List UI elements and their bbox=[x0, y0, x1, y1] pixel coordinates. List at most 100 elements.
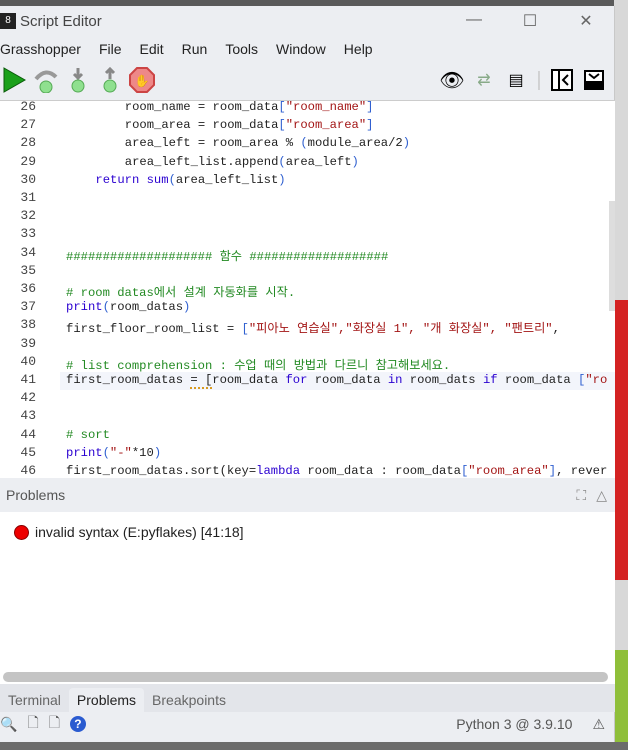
code-token: for bbox=[285, 373, 308, 387]
code-token: *10 bbox=[131, 445, 154, 460]
minimize-button[interactable]: — bbox=[446, 11, 502, 31]
problem-message: invalid syntax (E:pyflakes) [41:18] bbox=[35, 524, 244, 540]
problems-panel-header: Problems ⛶ △ bbox=[0, 478, 615, 512]
preview-eye-icon[interactable]: 👁 bbox=[438, 66, 466, 94]
code-token: area_left bbox=[285, 154, 352, 169]
code-line[interactable]: room_name = room_data["room_name"] bbox=[125, 101, 374, 114]
close-button[interactable]: ✕ bbox=[558, 11, 614, 31]
code-token: "-" bbox=[109, 445, 132, 460]
script-settings-icon[interactable]: ⚠ bbox=[592, 716, 605, 733]
code-line[interactable]: print(room_datas) bbox=[66, 300, 190, 314]
line-number: 45 bbox=[20, 444, 36, 460]
code-token: ] bbox=[548, 464, 557, 478]
tab-terminal[interactable]: Terminal bbox=[0, 688, 69, 712]
new-document-icon[interactable]: 🗋 bbox=[49, 712, 60, 736]
run-icon[interactable] bbox=[0, 66, 28, 94]
help-icon[interactable]: ? bbox=[69, 716, 86, 732]
problems-title: Problems bbox=[6, 487, 66, 503]
horizontal-scrollbar[interactable] bbox=[3, 672, 608, 682]
code-line[interactable]: # room datas에서 설계 자동화를 시작. bbox=[66, 282, 295, 300]
title-bar: 8 Script Editor — ☐ ✕ bbox=[0, 6, 614, 36]
code-token: ) bbox=[402, 136, 411, 151]
code-editor[interactable]: 26 room_name = room_data["room_name"] 27 ro… bbox=[0, 100, 615, 482]
code-token: ] bbox=[366, 118, 374, 133]
panel-tabs: Terminal Problems Breakpoints bbox=[0, 684, 615, 712]
code-token: # list comprehension : 수업 때의 방법과 다르니 참고해… bbox=[66, 358, 451, 373]
code-line[interactable]: first_room_datas = [room_data for room_d… bbox=[66, 373, 607, 389]
code-token: room_dats bbox=[402, 373, 483, 387]
code-token: print bbox=[66, 445, 103, 460]
menu-file[interactable]: File bbox=[99, 41, 122, 57]
code-token: # room datas에서 설계 자동화를 시작. bbox=[66, 286, 296, 300]
editor-scrollbar[interactable] bbox=[609, 201, 615, 311]
menu-run[interactable]: Run bbox=[182, 41, 208, 57]
menu-grasshopper[interactable]: Grasshopper bbox=[0, 41, 81, 57]
code-token: ) bbox=[351, 154, 359, 169]
code-token: ( bbox=[102, 300, 110, 315]
menu-edit[interactable]: Edit bbox=[140, 41, 164, 57]
line-number: 31 bbox=[20, 190, 36, 205]
code-token: ) bbox=[183, 300, 191, 315]
line-number: 37 bbox=[20, 299, 36, 315]
code-token: [ bbox=[278, 118, 286, 133]
line-number: 29 bbox=[20, 153, 36, 169]
menu-help[interactable]: Help bbox=[344, 41, 373, 57]
line-number: 30 bbox=[20, 171, 36, 187]
menu-tools[interactable]: Tools bbox=[225, 41, 258, 57]
collapse-panel-icon[interactable]: △ bbox=[596, 487, 607, 504]
code-token: first_room_datas.sort(key= bbox=[66, 464, 257, 478]
line-number: 35 bbox=[20, 262, 36, 278]
collapse-panel-icon[interactable] bbox=[580, 66, 608, 94]
code-line[interactable]: area_left = room_area % (module_area/2) bbox=[125, 136, 410, 150]
maximize-panel-icon[interactable]: ⛶ bbox=[576, 487, 586, 504]
code-line[interactable]: first_floor_room_list = ["피아노 연습실","화장실 … bbox=[66, 318, 567, 336]
window-title: Script Editor bbox=[20, 12, 102, 30]
code-token: room_area = room_data bbox=[124, 118, 279, 133]
code-token: # sort bbox=[66, 427, 110, 442]
menu-bar: Grasshopper File Edit Run Tools Window H… bbox=[0, 36, 614, 62]
maximize-button[interactable]: ☐ bbox=[502, 11, 558, 31]
code-line[interactable]: print("-"*10) bbox=[66, 446, 161, 460]
code-token: "room_area" bbox=[468, 464, 549, 478]
collapse-sidebar-icon[interactable] bbox=[548, 66, 576, 94]
line-number: 28 bbox=[20, 135, 36, 151]
code-line[interactable]: area_left_list.append(area_left) bbox=[125, 155, 359, 169]
python-version[interactable]: Python 3 @ 3.9.10 bbox=[456, 716, 572, 732]
code-token: if bbox=[482, 373, 498, 387]
step-out-icon[interactable] bbox=[96, 66, 124, 94]
code-token: area_left_list.append bbox=[124, 154, 279, 169]
code-token: ) bbox=[153, 445, 162, 460]
document-icon[interactable]: ▤ bbox=[502, 66, 530, 94]
code-line[interactable]: room_area = room_data["room_area"] bbox=[125, 118, 374, 132]
code-token: , bbox=[552, 322, 568, 337]
document-icon[interactable]: 🗋 bbox=[27, 712, 38, 736]
code-token: ( bbox=[168, 172, 176, 187]
tab-problems[interactable]: Problems bbox=[68, 688, 145, 712]
step-over-icon[interactable] bbox=[32, 66, 60, 94]
line-number: 32 bbox=[20, 208, 36, 224]
stop-icon[interactable]: ✋ bbox=[128, 66, 156, 94]
code-token: sum bbox=[146, 172, 169, 187]
code-token: area_left = room_area % bbox=[124, 136, 301, 151]
line-number: 38 bbox=[20, 317, 36, 333]
code-token: print bbox=[66, 300, 103, 315]
code-token: [ bbox=[241, 322, 249, 337]
tab-breakpoints[interactable]: Breakpoints bbox=[144, 688, 234, 712]
code-line[interactable]: # list comprehension : 수업 때의 방법과 다르니 참고해… bbox=[66, 355, 450, 373]
sync-document-icon[interactable]: ⇄ bbox=[470, 66, 498, 94]
code-token: room_data bbox=[212, 373, 286, 387]
line-number: 43 bbox=[20, 408, 36, 424]
svg-text:✋: ✋ bbox=[135, 74, 150, 88]
status-bar: 🔍 🗋 🗋 ? Python 3 @ 3.9.10 ⚠ bbox=[0, 712, 615, 736]
code-line[interactable]: #################### 함수 ################… bbox=[66, 246, 388, 264]
problem-item[interactable]: invalid syntax (E:pyflakes) [41:18] bbox=[14, 524, 244, 540]
code-token: ( bbox=[102, 445, 110, 460]
code-line[interactable]: first_room_datas.sort(key=lambda room_da… bbox=[66, 464, 607, 478]
error-icon bbox=[14, 524, 29, 540]
code-line[interactable]: # sort bbox=[66, 428, 110, 442]
code-token: first_floor_room_list = bbox=[66, 322, 242, 337]
code-line[interactable]: return sum(area_left_list) bbox=[95, 173, 285, 187]
step-into-icon[interactable] bbox=[64, 66, 92, 94]
search-icon[interactable]: 🔍 bbox=[0, 716, 17, 733]
menu-window[interactable]: Window bbox=[276, 41, 326, 57]
